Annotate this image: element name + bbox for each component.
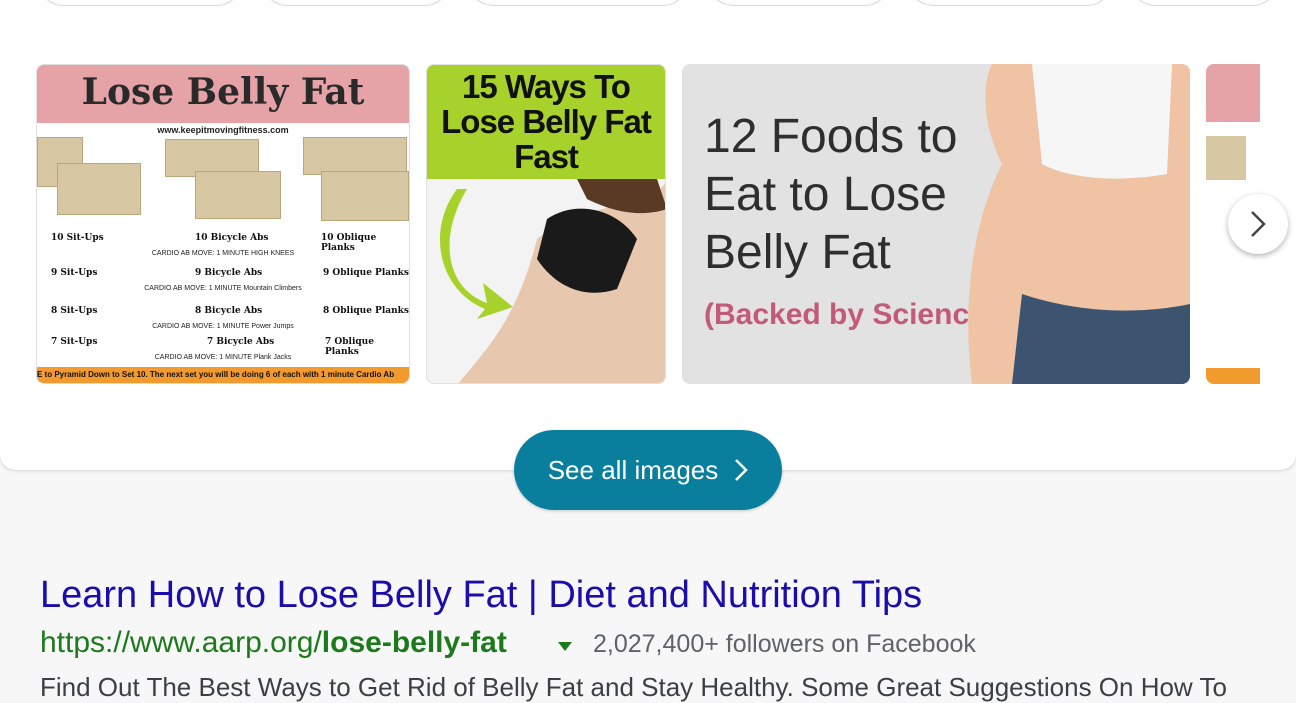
image-title-line: Fast [514, 138, 579, 175]
image-result-lose-belly-fat-workout[interactable]: Lose Belly Fat www.keepitmovingfitness.c… [36, 64, 410, 384]
exercise-photo [303, 137, 407, 175]
image-title-line: Lose Belly Fat [441, 103, 652, 140]
related-search-chip[interactable] [260, 0, 452, 6]
carousel-next-button[interactable] [1228, 194, 1288, 254]
row-bicycle: 8 Bicycle Abs [195, 306, 263, 316]
image-footer [1206, 368, 1260, 384]
image-result-15-ways[interactable]: 15 Ways To Lose Belly Fat Fast [426, 64, 666, 384]
row-planks: 9 Oblique Planks [323, 268, 409, 278]
row-situps: 9 Sit-Ups [51, 268, 98, 278]
woman-photo [440, 179, 665, 383]
exercise-photo [195, 171, 281, 219]
exercise-photo [1206, 136, 1246, 180]
image-title-line: Eat to Lose [704, 168, 947, 221]
cardio-note: CARDIO AB MOVE: 1 MINUTE Mountain Climbe… [144, 285, 302, 292]
result-snippet: Find Out The Best Ways to Get Rid of Bel… [40, 672, 1227, 702]
row-situps: 7 Sit-Ups [51, 337, 98, 347]
image-title-line: Belly Fat [704, 226, 891, 279]
related-search-chip[interactable] [706, 0, 892, 6]
image-title-line: 12 Foods to [704, 110, 958, 163]
belly-photo [968, 64, 1190, 384]
image-url-text: www.keepitmovingfitness.com [157, 125, 289, 135]
exercise-photo [57, 163, 141, 215]
related-search-chip[interactable] [36, 0, 244, 6]
row-situps: 8 Sit-Ups [51, 306, 98, 316]
chevron-right-icon [1251, 211, 1266, 237]
image-banner [1206, 64, 1260, 122]
result-url-path: lose-belly-fat [321, 626, 507, 659]
result-url-prefix: https://www.aarp.org/ [40, 626, 322, 659]
image-title: 15 Ways To Lose Belly Fat Fast [427, 69, 665, 174]
image-title: Lose Belly Fat [81, 71, 365, 113]
related-search-chip[interactable] [466, 0, 690, 6]
result-followers: 2,027,400+ followers on Facebook [593, 630, 976, 658]
related-search-chip[interactable] [1128, 0, 1280, 6]
see-all-images-label: See all images [547, 454, 719, 485]
url-dropdown-caret-icon[interactable] [558, 642, 572, 651]
related-search-chip[interactable] [906, 0, 1114, 6]
result-title-link[interactable]: Learn How to Lose Belly Fat | Diet and N… [40, 574, 922, 617]
cardio-note: CARDIO AB MOVE: 1 MINUTE HIGH KNEES [151, 250, 295, 257]
image-result-12-foods[interactable]: 12 Foods to Eat to Lose Belly Fat (Backe… [682, 64, 1190, 384]
cardio-note: CARDIO AB MOVE: 1 MINUTE Plank Jacks [154, 354, 292, 361]
row-bicycle: 9 Bicycle Abs [195, 268, 263, 278]
see-all-images-button[interactable]: See all images [514, 430, 782, 510]
result-url[interactable]: https://www.aarp.org/lose-belly-fat [40, 626, 507, 660]
cardio-note: CARDIO AB MOVE: 1 MINUTE Power Jumps [152, 323, 294, 330]
chevron-right-icon [735, 459, 749, 481]
row-bicycle: 7 Bicycle Abs [207, 337, 275, 347]
row-situps: 10 Sit-Ups [51, 233, 104, 243]
exercise-photo [321, 171, 409, 221]
image-title-line: 15 Ways To [462, 68, 631, 105]
image-footer: E to Pyramid Down to Set 10. The next se… [37, 367, 409, 383]
row-planks: 8 Oblique Planks [323, 306, 409, 316]
row-bicycle: 10 Bicycle Abs [195, 233, 269, 243]
